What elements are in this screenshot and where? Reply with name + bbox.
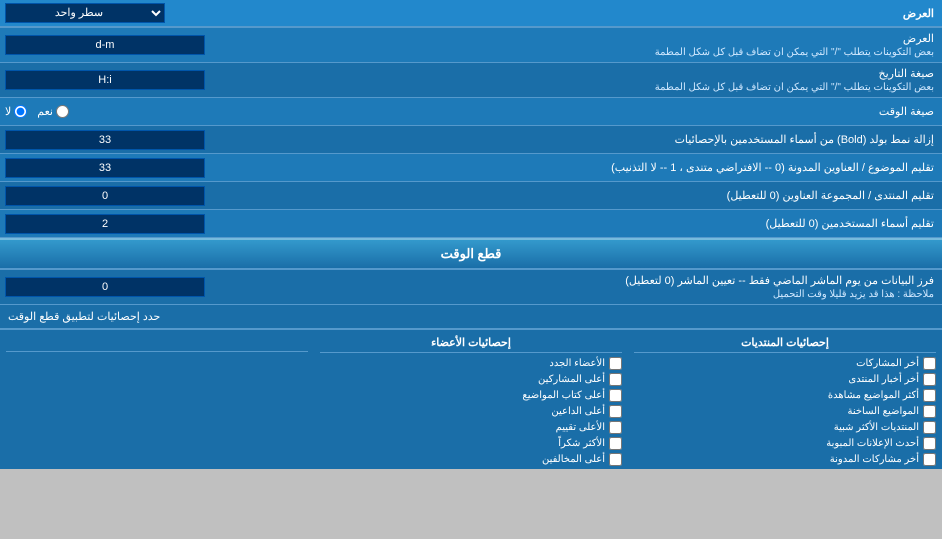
extra-col	[0, 336, 314, 469]
bold-remove-row: صيغة الوقت نعم لا	[0, 98, 942, 126]
checkbox-most-viewed-input[interactable]	[923, 389, 936, 402]
time-format-input-wrapper[interactable]	[0, 67, 280, 93]
checkbox-top-posters[interactable]: أعلى المشاركين	[320, 373, 622, 386]
checkbox-hot-topics-input[interactable]	[923, 405, 936, 418]
display-select-wrapper[interactable]: سطر واحد سطرين ثلاثة أسطر	[0, 0, 280, 26]
date-format-row: العرض بعض التكوينات يتطلب "/" التي يمكن …	[0, 28, 942, 63]
member-stats-col: إحصائيات الأعضاء الأعضاء الجدد أعلى المش…	[314, 336, 628, 469]
user-trim-input-wrapper[interactable]	[0, 183, 280, 209]
checkbox-top-posters-input[interactable]	[609, 373, 622, 386]
forum-trim-row: تقليم الموضوع / العناوين المدونة (0 -- ا…	[0, 154, 942, 182]
checkbox-last-posts-input[interactable]	[923, 357, 936, 370]
section-title-label: العرض	[280, 3, 942, 24]
display-section-header: العرض سطر واحد سطرين ثلاثة أسطر	[0, 0, 942, 28]
checkbox-last-blog-posts-input[interactable]	[923, 453, 936, 466]
date-format-input[interactable]	[5, 35, 205, 55]
cell-spacing-input[interactable]	[5, 214, 205, 234]
bold-no-radio[interactable]	[14, 105, 27, 118]
time-format-input[interactable]	[5, 70, 205, 90]
checkbox-top-rated-input[interactable]	[609, 421, 622, 434]
forum-stats-header: إحصائيات المنتديات	[634, 336, 936, 353]
checkbox-similar-forums[interactable]: المنتديات الأكثر شبية	[634, 421, 936, 434]
checkbox-most-thanked-input[interactable]	[609, 437, 622, 450]
checkbox-hot-topics[interactable]: المواضيع الساخنة	[634, 405, 936, 418]
forum-stats-col: إحصائيات المنتديات أخر المشاركات أخر أخب…	[628, 336, 942, 469]
bold-no-label[interactable]: لا	[5, 105, 27, 118]
checkbox-most-viewed[interactable]: أكثر المواضيع مشاهدة	[634, 389, 936, 402]
checkbox-last-posts[interactable]: أخر المشاركات	[634, 357, 936, 370]
checkbox-similar-forums-input[interactable]	[923, 421, 936, 434]
member-stats-header: إحصائيات الأعضاء	[320, 336, 622, 353]
checkbox-last-blog-posts[interactable]: أخر مشاركات المدونة	[634, 453, 936, 466]
bold-yes-radio[interactable]	[56, 105, 69, 118]
checkbox-latest-classifieds-input[interactable]	[923, 437, 936, 450]
extra-col-header	[6, 336, 308, 352]
date-format-label: العرض بعض التكوينات يتطلب "/" التي يمكن …	[280, 28, 942, 62]
cutoff-input[interactable]	[5, 277, 205, 297]
checkbox-most-thanked[interactable]: الأكثر شكراً	[320, 437, 622, 450]
checkbox-top-violators-input[interactable]	[609, 453, 622, 466]
user-trim-label: تقليم المنتدى / المجموعة العناوين (0 للت…	[280, 185, 942, 206]
bold-remove-label: صيغة الوقت	[280, 101, 942, 122]
display-select[interactable]: سطر واحد سطرين ثلاثة أسطر	[5, 3, 165, 23]
cutoff-row: فرز البيانات من يوم الماشر الماضي فقط --…	[0, 270, 942, 305]
checkbox-new-members[interactable]: الأعضاء الجدد	[320, 357, 622, 370]
checkbox-top-referrers-input[interactable]	[609, 405, 622, 418]
cell-spacing-row: تقليم أسماء المستخدمين (0 للتعطيل)	[0, 210, 942, 238]
checkbox-top-topic-writers-input[interactable]	[609, 389, 622, 402]
checkbox-new-members-input[interactable]	[609, 357, 622, 370]
bold-yes-label[interactable]: نعم	[37, 105, 69, 118]
checkbox-latest-classifieds[interactable]: أحدث الإعلانات المبوبة	[634, 437, 936, 450]
user-trim-input[interactable]	[5, 186, 205, 206]
checkbox-top-violators[interactable]: أعلى المخالفين	[320, 453, 622, 466]
forum-trim-label: تقليم الموضوع / العناوين المدونة (0 -- ا…	[280, 157, 942, 178]
topic-format-input-wrapper[interactable]	[0, 127, 280, 153]
topic-format-row: إزالة نمط بولد (Bold) من أسماء المستخدمي…	[0, 126, 942, 154]
checkbox-last-news-input[interactable]	[923, 373, 936, 386]
checkbox-last-news[interactable]: أخر أخبار المنتدى	[634, 373, 936, 386]
time-format-label: صيغة التاريخ بعض التكوينات يتطلب "/" الت…	[280, 63, 942, 97]
date-format-input-wrapper[interactable]	[0, 32, 280, 58]
forum-trim-input[interactable]	[5, 158, 205, 178]
cell-spacing-label: تقليم أسماء المستخدمين (0 للتعطيل)	[280, 213, 942, 234]
cell-spacing-input-wrapper[interactable]	[0, 211, 280, 237]
bold-remove-radio-wrapper[interactable]: نعم لا	[0, 102, 280, 121]
cutoff-input-wrapper[interactable]	[0, 274, 280, 300]
checkbox-top-referrers[interactable]: أعلى الداعين	[320, 405, 622, 418]
time-format-row: صيغة التاريخ بعض التكوينات يتطلب "/" الت…	[0, 63, 942, 98]
checkbox-top-rated[interactable]: الأعلى تقييم	[320, 421, 622, 434]
checkboxes-section: إحصائيات المنتديات أخر المشاركات أخر أخب…	[0, 329, 942, 469]
user-trim-row: تقليم المنتدى / المجموعة العناوين (0 للت…	[0, 182, 942, 210]
checkbox-top-topic-writers[interactable]: أعلى كتاب المواضيع	[320, 389, 622, 402]
forum-trim-input-wrapper[interactable]	[0, 155, 280, 181]
cutoff-section-header: قطع الوقت	[0, 238, 942, 270]
cutoff-label: فرز البيانات من يوم الماشر الماضي فقط --…	[280, 270, 942, 304]
limit-row: حدد إحصائيات لتطبيق قطع الوقت	[0, 305, 942, 329]
topic-format-label: إزالة نمط بولد (Bold) من أسماء المستخدمي…	[280, 129, 942, 150]
topic-format-input[interactable]	[5, 130, 205, 150]
bold-radio-group: نعم لا	[5, 105, 69, 118]
